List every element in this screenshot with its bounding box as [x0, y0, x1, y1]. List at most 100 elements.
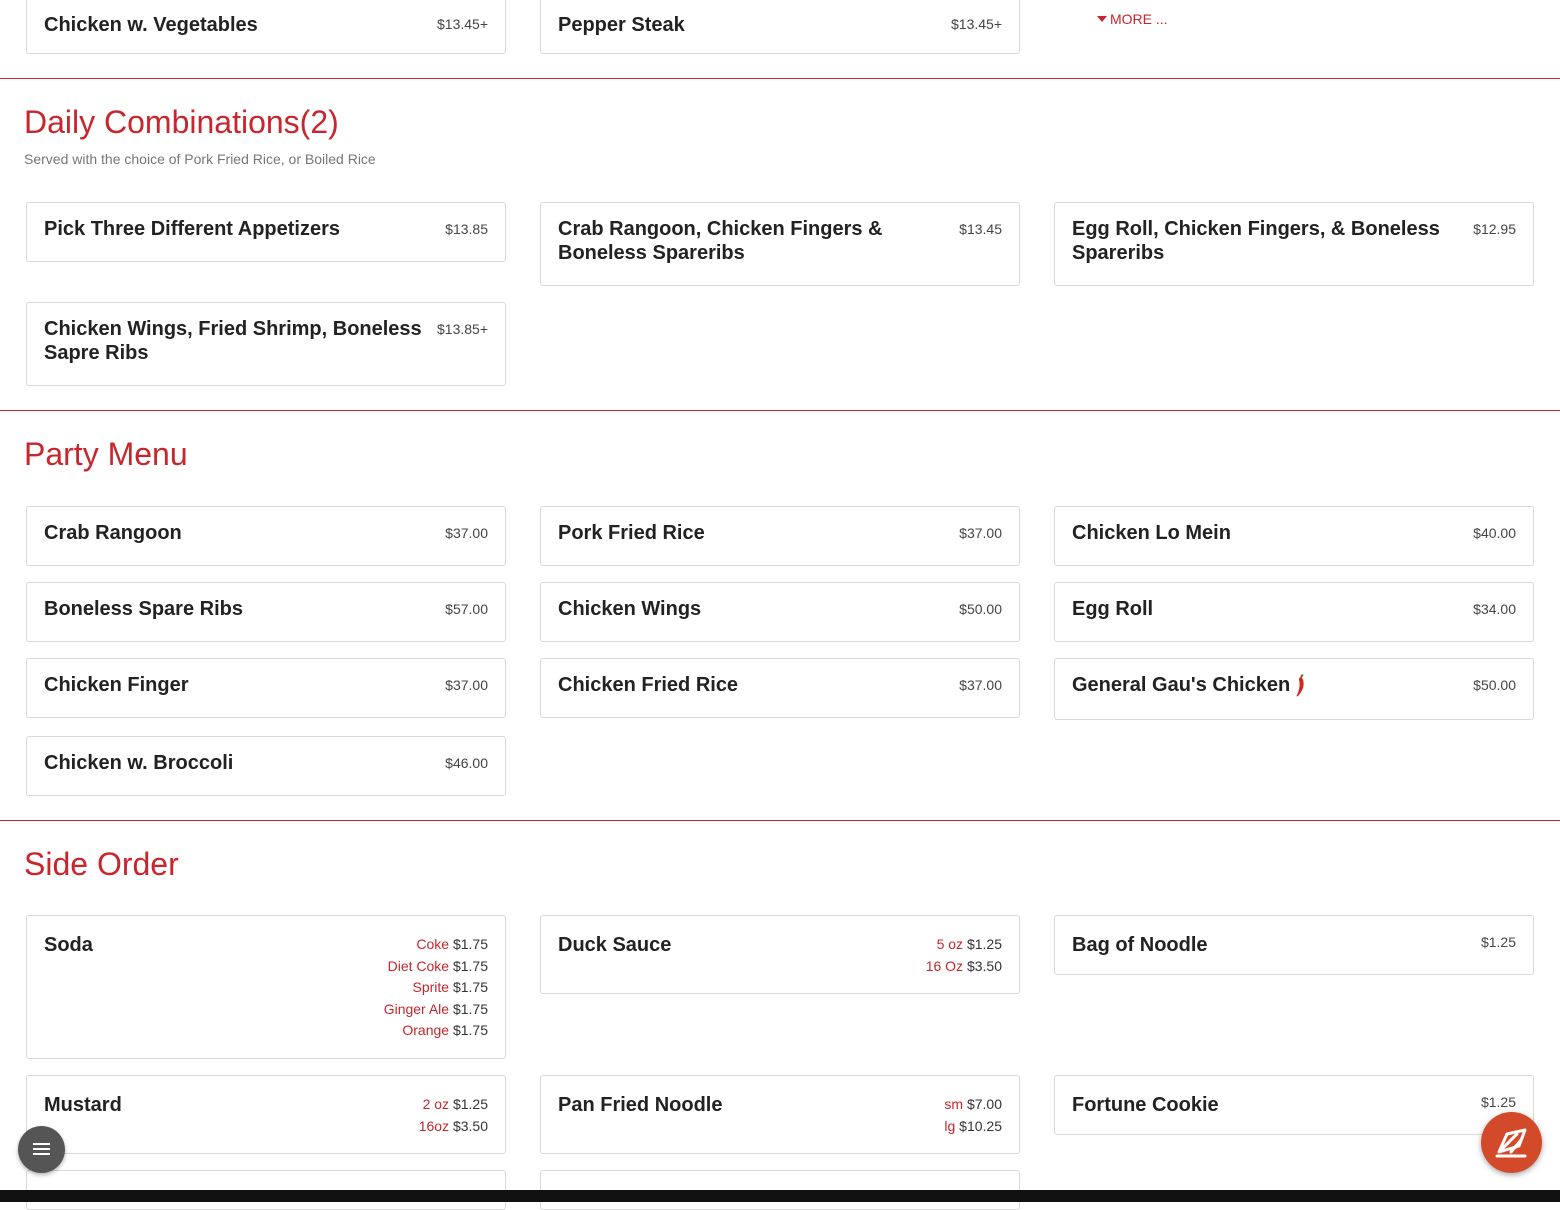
hamburger-menu-icon — [33, 1153, 50, 1155]
menu-item-card[interactable]: Chicken w. Vegetables $13.45+ — [26, 0, 506, 54]
option-row: Sprite $1.75 — [384, 977, 488, 999]
item-name: Chicken Finger — [44, 674, 189, 696]
item-name: Egg Roll, Chicken Fingers, & Boneless Sp… — [1072, 218, 1440, 264]
option-size: 16oz — [418, 1117, 450, 1134]
menu-fab-button[interactable] — [18, 1126, 65, 1173]
item-options: Coke $1.75 Diet Coke $1.75 Sprite $1.75 … — [384, 934, 488, 1042]
item-price: $1.25 — [1480, 1094, 1516, 1110]
item-name: Fortune Cookie — [1072, 1094, 1219, 1116]
menu-item-card[interactable]: Soda Coke $1.75 Diet Coke $1.75 Sprite $… — [26, 915, 506, 1059]
option-price: $7.00 — [966, 1096, 1002, 1112]
option-row: 16 Oz $3.50 — [926, 956, 1002, 978]
option-price: $1.75 — [452, 1022, 488, 1039]
item-price: $50.00 — [959, 601, 1002, 617]
option-row: Diet Coke $1.75 — [384, 956, 488, 978]
option-row: sm $7.00 — [944, 1094, 1002, 1116]
option-row: Ginger Ale $1.75 — [384, 999, 488, 1021]
item-price: $13.45+ — [951, 16, 1002, 32]
item-name: Pan Fried Noodle — [558, 1094, 723, 1116]
option-price: $3.50 — [452, 1117, 488, 1134]
item-price: $37.00 — [959, 525, 1002, 541]
option-size: Orange — [402, 1022, 450, 1039]
bottom-bar — [0, 1190, 1560, 1202]
menu-item-card[interactable]: Crab Rangoon $37.00 — [26, 506, 506, 566]
item-price: $40.00 — [1473, 525, 1516, 541]
menu-item-card[interactable]: Chicken Finger $37.00 — [26, 658, 506, 718]
menu-item-card[interactable]: Pick Three Different Appetizers $13.85 — [26, 202, 506, 262]
item-name: Pepper Steak — [558, 14, 685, 36]
menu-item-card[interactable]: Egg Roll, Chicken Fingers, & Boneless Sp… — [1054, 202, 1534, 286]
menu-item-card[interactable]: Fortune Cookie $1.25 — [1054, 1075, 1534, 1135]
menu-item-card[interactable]: Pan Fried Noodle sm $7.00 lg $10.25 — [540, 1075, 1020, 1154]
item-price: $13.85+ — [437, 321, 488, 337]
menu-item-card[interactable]: Chicken Lo Mein $40.00 — [1054, 506, 1534, 566]
item-price: $37.00 — [959, 677, 1002, 693]
hamburger-menu-icon — [33, 1148, 50, 1150]
option-size: Sprite — [412, 979, 450, 996]
item-price: $13.45 — [959, 221, 1002, 237]
option-price: $3.50 — [966, 957, 1002, 974]
section-title-daily: Daily Combinations(2) — [24, 104, 339, 140]
item-name: Chicken Fried Rice — [558, 674, 739, 696]
item-name: Chicken Lo Mein — [1072, 522, 1231, 544]
option-price: $1.75 — [452, 1000, 488, 1017]
option-size: Ginger Ale — [383, 1000, 450, 1017]
chili-pepper-icon — [1296, 673, 1304, 697]
item-name: General Gau's Chicken — [1072, 673, 1456, 698]
option-price: $1.75 — [452, 979, 488, 996]
option-row: lg $10.25 — [944, 1116, 1002, 1138]
section-divider — [0, 78, 1560, 79]
option-size: lg — [944, 1117, 956, 1134]
caret-down-icon — [1097, 15, 1107, 22]
option-row: Orange $1.75 — [384, 1020, 488, 1042]
item-name: Boneless Spare Ribs — [44, 598, 243, 620]
item-price: $37.00 — [445, 677, 488, 693]
item-name-text: General Gau's Chicken — [1072, 674, 1291, 696]
menu-item-card[interactable]: General Gau's Chicken $50.00 — [1054, 658, 1534, 720]
item-name: Crab Rangoon, Chicken Fingers & Boneless… — [558, 218, 883, 264]
option-size: Coke — [416, 936, 450, 952]
option-size: 16 Oz — [925, 957, 964, 974]
item-price: $13.45+ — [437, 16, 488, 32]
item-options: sm $7.00 lg $10.25 — [944, 1094, 1002, 1137]
item-name: Chicken w. Broccoli — [44, 752, 234, 774]
section-title-party: Party Menu — [24, 436, 188, 472]
menu-item-card[interactable]: Chicken Wings, Fried Shrimp, Boneless Sa… — [26, 302, 506, 386]
menu-item-card[interactable]: Chicken Fried Rice $37.00 — [540, 658, 1020, 718]
section-title-side: Side Order — [24, 846, 179, 882]
item-name: Pick Three Different Appetizers — [44, 218, 341, 240]
item-name: Chicken Wings, Fried Shrimp, Boneless Sa… — [44, 318, 422, 364]
item-name: Duck Sauce — [558, 934, 672, 956]
menu-item-card[interactable]: Crab Rangoon, Chicken Fingers & Boneless… — [540, 202, 1020, 286]
option-price: $1.75 — [452, 957, 488, 974]
option-row: 5 oz $1.25 — [926, 934, 1002, 956]
item-price: $1.25 — [1480, 934, 1516, 950]
item-name: Mustard — [44, 1094, 122, 1116]
menu-item-card[interactable]: Duck Sauce 5 oz $1.25 16 Oz $3.50 — [540, 915, 1020, 994]
menu-item-card[interactable]: Chicken Wings $50.00 — [540, 582, 1020, 642]
menu-item-card[interactable]: Bag of Noodle $1.25 — [1054, 915, 1534, 975]
option-row: Coke $1.75 — [384, 934, 488, 956]
item-name: Chicken w. Vegetables — [44, 14, 258, 36]
item-price: $57.00 — [445, 601, 488, 617]
item-price: $50.00 — [1473, 677, 1516, 693]
option-price: $1.25 — [452, 1096, 488, 1112]
menu-item-card[interactable]: Pepper Steak $13.45+ — [540, 0, 1020, 54]
more-link[interactable]: MORE ... — [1097, 11, 1168, 27]
section-divider — [0, 820, 1560, 821]
menu-item-card[interactable]: Boneless Spare Ribs $57.00 — [26, 582, 506, 642]
option-size: 2 oz — [422, 1096, 450, 1112]
option-price: $10.25 — [959, 1117, 1002, 1134]
menu-item-card[interactable]: Pork Fried Rice $37.00 — [540, 506, 1020, 566]
option-size: Diet Coke — [387, 957, 450, 974]
menu-item-card[interactable]: Chicken w. Broccoli $46.00 — [26, 736, 506, 796]
order-online-button[interactable] — [1481, 1112, 1542, 1173]
section-divider — [0, 410, 1560, 411]
item-name: Chicken Wings — [558, 598, 702, 620]
menu-item-card[interactable]: Mustard 2 oz $1.25 16oz $3.50 — [26, 1075, 506, 1154]
item-price: $37.00 — [445, 525, 488, 541]
item-name: Pork Fried Rice — [558, 522, 705, 544]
more-label: MORE ... — [1110, 11, 1168, 27]
option-price: $1.75 — [452, 936, 488, 952]
menu-item-card[interactable]: Egg Roll $34.00 — [1054, 582, 1534, 642]
